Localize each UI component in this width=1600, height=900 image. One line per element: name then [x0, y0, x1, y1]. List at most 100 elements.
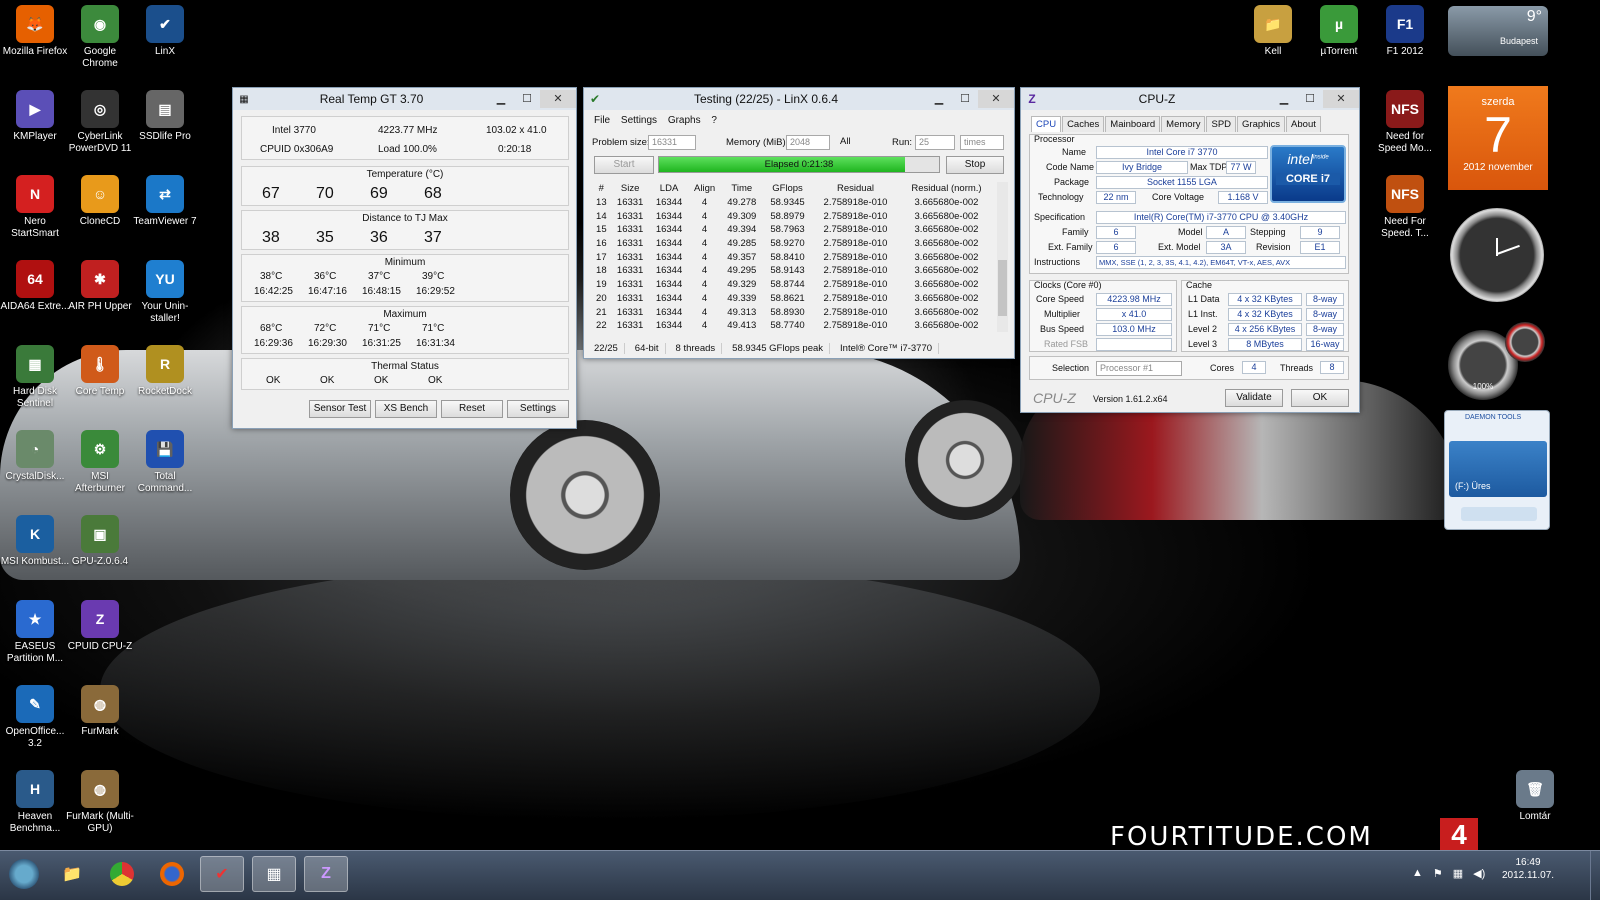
maximize-icon[interactable]: ☐ [514, 90, 540, 108]
desktop-icon[interactable]: ✱ AIR PH Upper [65, 260, 135, 313]
desktop-icon[interactable]: ⇄ TeamViewer 7 [130, 175, 200, 228]
volume-icon[interactable]: ◀) [1473, 867, 1485, 880]
taskbar-realtemp[interactable]: ▦ [252, 856, 296, 892]
desktop-icon-image: ⚙ [81, 430, 119, 468]
desktop-icon[interactable]: ⚙ MSI Afterburner [65, 430, 135, 495]
action-center-icon[interactable]: ⚑ [1433, 867, 1443, 880]
ram-meter-gadget[interactable] [1505, 322, 1545, 362]
results-column-header[interactable]: GFlops [763, 182, 812, 196]
tray-expand-icon[interactable]: ▲ [1412, 867, 1423, 880]
desktop-icon[interactable]: NFS Need For Speed. T... [1370, 175, 1440, 240]
instructions-label: Instructions [1034, 257, 1081, 267]
maximize-icon[interactable]: ☐ [952, 90, 978, 108]
menu-graphs[interactable]: Graphs [668, 115, 701, 126]
start-button[interactable]: Start [594, 156, 654, 174]
results-column-header[interactable]: LDA [650, 182, 689, 196]
stop-button[interactable]: Stop [946, 156, 1004, 174]
desktop-icon[interactable]: ▶ KMPlayer [0, 90, 70, 143]
results-column-header[interactable]: Size [611, 182, 650, 196]
results-column-header[interactable]: Residual (norm.) [899, 182, 994, 196]
desktop-icon[interactable]: ▣ GPU-Z.0.6.4 [65, 515, 135, 568]
ok-button[interactable]: OK [1291, 389, 1349, 407]
tab-mainboard[interactable]: Mainboard [1105, 116, 1161, 132]
desktop-icon[interactable]: ▦ Hard Disk Sentinel [0, 345, 70, 410]
minimize-icon[interactable]: ▁ [488, 90, 514, 108]
minimize-icon[interactable]: ▁ [926, 90, 952, 108]
xs-bench-button[interactable]: XS Bench [375, 400, 437, 418]
desktop-icon[interactable]: ◎ CyberLink PowerDVD 11 [65, 90, 135, 155]
tab-spd[interactable]: SPD [1206, 116, 1237, 132]
memory-select[interactable]: 2048 [786, 135, 830, 150]
daemon-tools-gadget[interactable]: DAEMON TOOLS (F:) Üres [1444, 410, 1550, 530]
taskbar-linx[interactable]: ✔ [200, 856, 244, 892]
clock-gadget[interactable] [1450, 208, 1544, 302]
desktop-icon[interactable]: ◉ Google Chrome [65, 5, 135, 70]
menu-help[interactable]: ? [711, 115, 717, 126]
taskbar-chrome[interactable] [100, 856, 144, 892]
desktop-icon[interactable]: H Heaven Benchma... [0, 770, 70, 835]
desktop-icon[interactable]: YU Your Unin-staller! [130, 260, 200, 325]
run-unit-select[interactable]: times [960, 135, 1004, 150]
minimize-icon[interactable]: ▁ [1271, 90, 1297, 108]
desktop-icon[interactable]: ◍ FurMark [65, 685, 135, 738]
maximize-icon[interactable]: ☐ [1297, 90, 1323, 108]
show-desktop-button[interactable] [1590, 851, 1600, 900]
validate-button[interactable]: Validate [1225, 389, 1283, 407]
daemon-drive-panel[interactable]: (F:) Üres [1449, 441, 1547, 497]
tab-memory[interactable]: Memory [1161, 116, 1206, 132]
desktop-icon[interactable]: 64 AIDA64 Extre... [0, 260, 70, 313]
desktop-icon[interactable]: ◍ FurMark (Multi-GPU) [65, 770, 135, 835]
tray-clock[interactable]: 16:49 2012.11.07. [1498, 856, 1558, 882]
desktop-icon[interactable]: 🌡 Core Temp [65, 345, 135, 398]
desktop-icon[interactable]: ▤ SSDlife Pro [130, 90, 200, 143]
results-column-header[interactable]: # [592, 182, 611, 196]
close-icon[interactable]: ✕ [1323, 90, 1359, 108]
desktop-icon[interactable]: K MSI Kombust... [0, 515, 70, 568]
results-column-header[interactable]: Residual [812, 182, 899, 196]
sensor-test-button[interactable]: Sensor Test [309, 400, 371, 418]
calendar-gadget[interactable]: szerda 7 2012 november [1448, 86, 1548, 190]
close-icon[interactable]: ✕ [540, 90, 576, 108]
desktop-icon[interactable]: ◔ CrystalDisk... [0, 430, 70, 483]
weather-gadget[interactable]: 9° Budapest [1448, 6, 1548, 56]
desktop-icon[interactable]: R RocketDock [130, 345, 200, 398]
start-button[interactable] [2, 856, 46, 892]
desktop-icon[interactable]: ★ EASEUS Partition M... [0, 600, 70, 665]
menu-file[interactable]: File [594, 115, 610, 126]
desktop-icon[interactable]: NFS Need for Speed Mo... [1370, 90, 1440, 155]
taskbar-cpuz[interactable]: Z [304, 856, 348, 892]
reset-button[interactable]: Reset [441, 400, 503, 418]
desktop-icon[interactable]: ☺ CloneCD [65, 175, 135, 228]
realtemp-titlebar[interactable]: ▦ Real Temp GT 3.70 ▁ ☐ ✕ [233, 88, 576, 110]
desktop-icon[interactable]: F1 F1 2012 [1370, 5, 1440, 58]
problem-size-select[interactable]: 16331 [648, 135, 696, 150]
desktop-icon[interactable]: 📁 Kell [1238, 5, 1308, 58]
results-column-header[interactable]: Time [721, 182, 763, 196]
tab-about[interactable]: About [1286, 116, 1321, 132]
processor-selection-select[interactable]: Processor #1 [1096, 361, 1182, 376]
tab-graphics[interactable]: Graphics [1237, 116, 1286, 132]
menu-settings[interactable]: Settings [621, 115, 657, 126]
settings-button[interactable]: Settings [507, 400, 569, 418]
desktop-icon[interactable]: ✔ LinX [130, 5, 200, 58]
desktop-icon[interactable]: 🦊 Mozilla Firefox [0, 5, 70, 58]
tab-cpu[interactable]: CPU [1031, 116, 1062, 132]
close-icon[interactable]: ✕ [978, 90, 1014, 108]
linx-titlebar[interactable]: ✔ Testing (22/25) - LinX 0.6.4 ▁ ☐ ✕ [584, 88, 1014, 110]
desktop-icon[interactable]: 🗑 Lomtár [1500, 770, 1570, 823]
run-count-select[interactable]: 25 [915, 135, 955, 150]
scrollbar-thumb[interactable] [998, 260, 1007, 316]
network-icon[interactable]: ▦ [1453, 867, 1463, 880]
results-scrollbar[interactable] [997, 182, 1008, 332]
desktop-icon[interactable]: µ µTorrent [1304, 5, 1374, 58]
cpuz-titlebar[interactable]: Z CPU-Z ▁ ☐ ✕ [1021, 88, 1359, 110]
memory-all-button[interactable]: All [840, 136, 851, 147]
results-column-header[interactable]: Align [689, 182, 721, 196]
desktop-icon[interactable]: N Nero StartSmart [0, 175, 70, 240]
tab-caches[interactable]: Caches [1062, 116, 1105, 132]
taskbar-explorer[interactable]: 📁 [50, 856, 94, 892]
desktop-icon[interactable]: ✎ OpenOffice... 3.2 [0, 685, 70, 750]
taskbar-firefox[interactable] [150, 856, 194, 892]
desktop-icon[interactable]: Z CPUID CPU-Z [65, 600, 135, 653]
desktop-icon[interactable]: 💾 Total Command... [130, 430, 200, 495]
